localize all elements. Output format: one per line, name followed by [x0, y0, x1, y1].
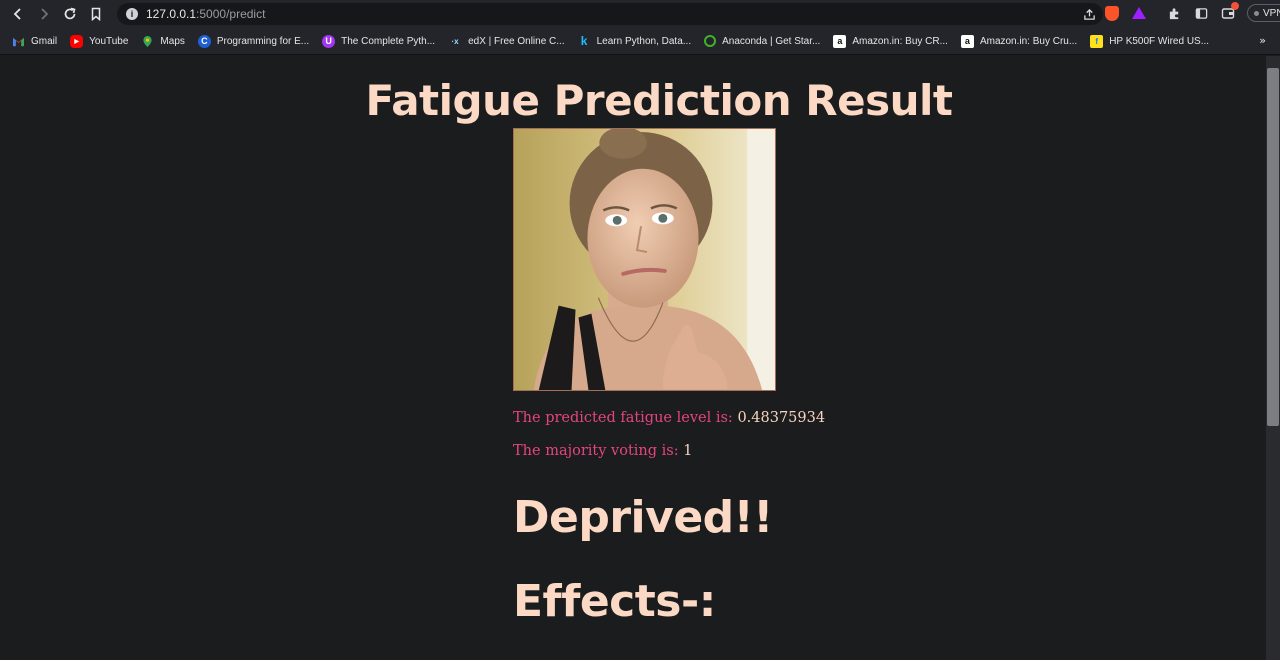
bookmark-edx[interactable]: ·x edX | Free Online C... [448, 35, 565, 48]
more-bookmarks-icon[interactable]: » [1259, 34, 1266, 47]
bookmark-anaconda[interactable]: Anaconda | Get Star... [704, 35, 820, 47]
bookmark-programming[interactable]: C Programming for E... [197, 34, 310, 48]
page-title: Fatigue Prediction Result [365, 76, 953, 125]
scrollbar-thumb[interactable] [1267, 68, 1279, 426]
bookmark-label: edX | Free Online C... [468, 35, 565, 47]
anaconda-icon [704, 35, 717, 47]
bookmark-label: Anaconda | Get Star... [722, 35, 821, 47]
bookmark-label: Amazon.in: Buy Cru... [979, 35, 1078, 47]
gmail-icon [12, 35, 25, 48]
bookmark-button[interactable] [83, 0, 109, 28]
majority-voting-line: The majority voting is: 1 [513, 443, 692, 459]
fatigue-level-line: The predicted fatigue level is: 0.483759… [513, 410, 825, 426]
bookmark-gmail[interactable]: Gmail [12, 35, 57, 48]
effects-heading: Effects-: [513, 576, 716, 627]
maps-icon [141, 35, 154, 48]
url-path: :5000/predict [196, 7, 266, 21]
browser-toolbar: i 127.0.0.1:5000/predict VPN [0, 0, 1280, 28]
notification-dot [1231, 2, 1239, 10]
bookmark-label: Learn Python, Data... [596, 35, 692, 47]
brave-rewards-icon[interactable] [1131, 5, 1147, 21]
amazon-icon: a [960, 34, 974, 48]
bookmark-label: Amazon.in: Buy CR... [852, 35, 948, 47]
sidebar-icon[interactable] [1193, 5, 1209, 21]
vpn-label: VPN [1263, 7, 1280, 19]
address-bar[interactable]: i 127.0.0.1:5000/predict [117, 3, 1103, 25]
course-c-icon: C [197, 34, 211, 48]
bookmark-icon [91, 7, 101, 21]
bookmark-maps[interactable]: Maps [141, 35, 185, 48]
brave-shields-icon[interactable] [1104, 5, 1120, 21]
status-heading: Deprived!! [513, 492, 773, 543]
back-button[interactable] [5, 0, 31, 28]
bookmark-label: Programming for E... [216, 35, 310, 47]
bookmark-amazon-1[interactable]: a Amazon.in: Buy CR... [833, 34, 948, 48]
udemy-icon: U [322, 34, 336, 48]
forward-button[interactable] [31, 0, 57, 28]
reload-button[interactable] [57, 0, 83, 28]
kaggle-icon: k [580, 34, 588, 48]
page-content: Fatigue Prediction Result The predicted … [0, 56, 1266, 660]
youtube-icon: ▶ [70, 34, 84, 48]
wallet-icon[interactable] [1220, 2, 1239, 21]
bookmark-learn-python[interactable]: k Learn Python, Data... [578, 34, 692, 48]
extensions-icon[interactable] [1166, 5, 1182, 21]
edx-icon: ·x [451, 36, 459, 46]
bookmark-label: Maps [160, 35, 185, 47]
vpn-status-dot [1254, 10, 1259, 16]
bookmark-label: The Complete Pyth... [341, 35, 436, 47]
bookmark-youtube[interactable]: ▶ YouTube [70, 34, 129, 48]
fatigue-level-value: 0.48375934 [737, 410, 826, 426]
uploaded-face-image [513, 128, 776, 391]
amazon-icon: a [833, 34, 847, 48]
bookmark-python-course[interactable]: U The Complete Pyth... [322, 34, 436, 48]
vpn-button[interactable]: VPN [1247, 4, 1280, 22]
url-text[interactable]: 127.0.0.1:5000/predict [146, 7, 265, 21]
toolbar-right: VPN [1105, 2, 1280, 22]
bookmark-label: YouTube [89, 35, 129, 47]
site-info-icon[interactable]: i [126, 8, 138, 20]
back-arrow-icon [13, 8, 21, 20]
reload-icon [64, 7, 76, 20]
bookmark-amazon-2[interactable]: a Amazon.in: Buy Cru... [960, 34, 1078, 48]
bookmark-label: HP K500F Wired US... [1109, 35, 1210, 47]
bookmark-label: Gmail [31, 35, 58, 47]
flipkart-icon: f [1090, 34, 1104, 48]
majority-voting-label: The majority voting is: [513, 443, 679, 459]
fatigue-level-label: The predicted fatigue level is: [513, 410, 733, 426]
url-host: 127.0.0.1 [146, 7, 197, 21]
address-bar-actions [1081, 6, 1097, 22]
majority-voting-value: 1 [683, 443, 693, 459]
forward-arrow-icon [41, 8, 49, 20]
bookmarks-bar: Gmail ▶ YouTube Maps C Programming for E… [0, 28, 1280, 55]
share-icon[interactable] [1081, 6, 1097, 22]
bookmark-hp-keyboard[interactable]: f HP K500F Wired US... [1090, 34, 1210, 48]
